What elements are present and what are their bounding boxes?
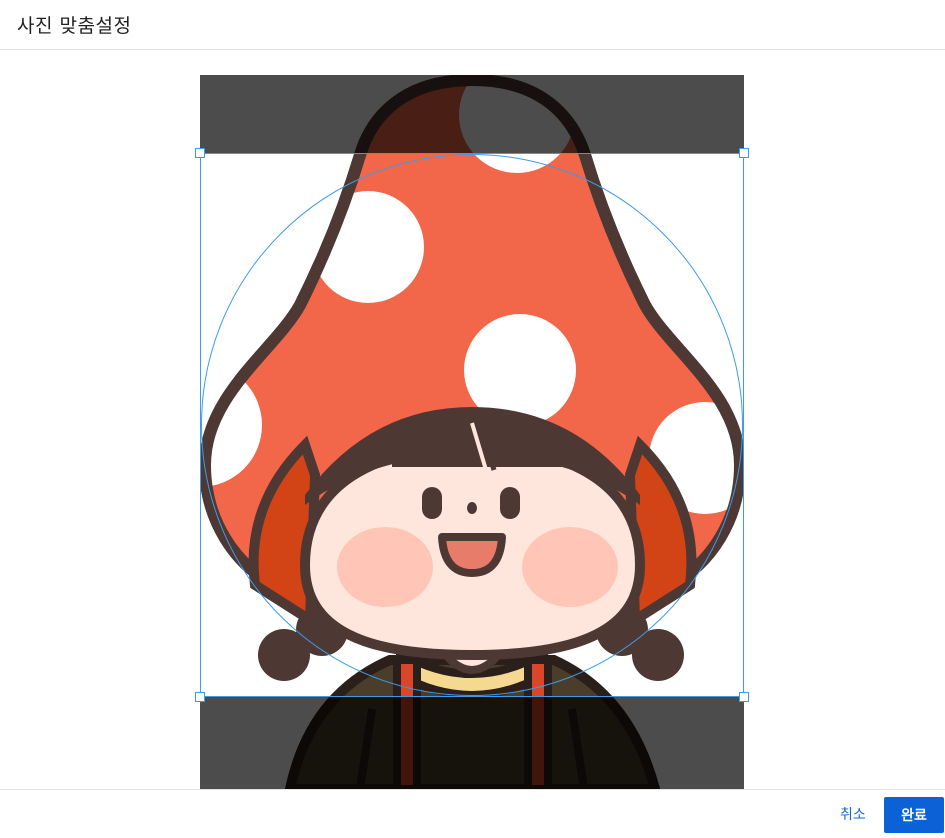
crop-handle-top-left[interactable] (195, 148, 205, 158)
crop-handle-bottom-left[interactable] (195, 692, 205, 702)
crop-handle-top-right[interactable] (739, 148, 749, 158)
crop-overlay-bottom (200, 697, 744, 789)
crop-stage (0, 51, 945, 789)
crop-overlay-top (200, 75, 744, 153)
done-button[interactable]: 완료 (884, 797, 944, 833)
crop-circle-guide (201, 154, 743, 696)
crop-frame[interactable] (195, 148, 749, 702)
cancel-button[interactable]: 취소 (830, 802, 876, 826)
dialog-footer: 취소 완료 (0, 789, 945, 838)
dialog-title: 사진 맞춤설정 (17, 15, 132, 37)
dialog-header: 사진 맞춤설정 (0, 0, 945, 50)
crop-handle-bottom-right[interactable] (739, 692, 749, 702)
